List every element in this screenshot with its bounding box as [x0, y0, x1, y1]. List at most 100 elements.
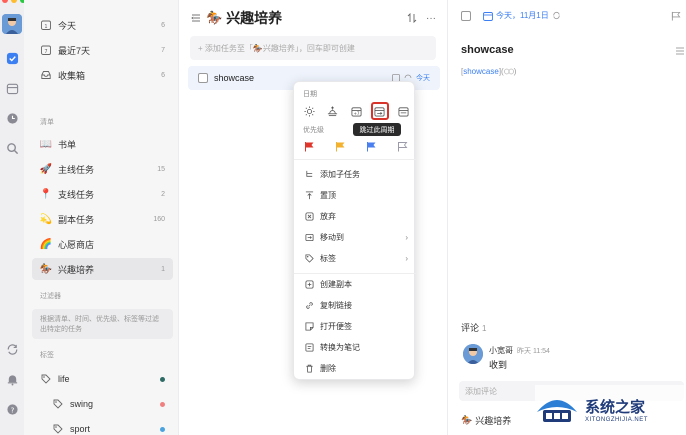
priority-high-flag-icon[interactable]	[300, 138, 318, 154]
detail-due-date[interactable]: 今天，11月1日	[483, 10, 561, 21]
link-paren-close: )	[513, 67, 517, 76]
menu-item-move-to[interactable]: 移动到 ›	[300, 227, 412, 247]
tag-icon	[40, 373, 52, 385]
sidebar-item-hobby[interactable]: 🏇 兴趣培养 1	[32, 258, 173, 280]
sidebar-item-count: 7	[161, 46, 165, 54]
priority-low-flag-icon[interactable]	[363, 138, 381, 154]
priority-none-flag-icon[interactable]	[394, 138, 412, 154]
sidebar-item-label: 最近7天	[58, 45, 91, 56]
sidebar-item-count: 15	[157, 165, 165, 173]
watermark: 系统之家 XITONGZHIJIA.NET	[535, 385, 685, 433]
menu-item-duplicate[interactable]: 创建副本	[300, 274, 412, 294]
sidebar-item-dungeon-quest[interactable]: 💫 副本任务 160	[32, 208, 173, 230]
sidebar-item-side-quest[interactable]: 📍 支线任务 2	[32, 183, 173, 205]
watermark-logo-icon	[537, 400, 577, 422]
sidebar-item-book-list[interactable]: 📖 书单	[32, 133, 173, 155]
comment-time: 昨天 11:54	[517, 348, 550, 355]
sidebar-item-label: 副本任务	[58, 214, 95, 225]
watermark-text: 系统之家 XITONGZHIJIA.NET	[585, 396, 648, 423]
filters-hint[interactable]: 根据清单、时间、优先级、标签等过滤出特定的任务	[32, 309, 173, 339]
search-icon[interactable]	[4, 140, 20, 156]
detail-link-chip[interactable]: [showcase]()	[461, 67, 516, 76]
add-task-input[interactable]: + 添加任务至「🏇兴趣培养」，回车即可创建	[190, 36, 436, 60]
task-checkbox[interactable]	[198, 73, 208, 83]
menu-item-label: 删除	[320, 363, 336, 373]
pin-icon: 📍	[39, 188, 53, 200]
sidebar-item-count: 6	[161, 21, 165, 29]
menu-item-convert-to-note[interactable]: 转换为笔记	[300, 337, 412, 357]
detail-task-title[interactable]: showcase	[461, 44, 514, 56]
submenu-arrow-icon: ›	[405, 253, 408, 263]
sidebar-tag-sport[interactable]: sport	[44, 418, 173, 435]
convert-note-icon	[304, 342, 314, 352]
tomorrow-sunrise-icon[interactable]	[324, 102, 342, 120]
sidebar-item-label: 心愿商店	[58, 239, 95, 250]
detail-menu-icon[interactable]	[675, 46, 685, 56]
user-avatar[interactable]	[2, 14, 22, 34]
sidebar-item-main-quest[interactable]: 🚀 主线任务 15	[32, 158, 173, 180]
horse-racing-icon: 🏇	[39, 263, 53, 275]
detail-list-selector[interactable]: 🏇 兴趣培养	[461, 414, 511, 427]
tasks-checkbox-icon[interactable]	[4, 50, 20, 66]
notification-bell-icon[interactable]	[4, 371, 20, 387]
minimize-window-button[interactable]	[11, 0, 17, 3]
link-icon	[304, 300, 314, 310]
pin-top-icon	[304, 190, 314, 200]
calendar-icon[interactable]	[4, 80, 20, 96]
help-icon[interactable]: ?	[4, 401, 20, 417]
menu-item-label: 打开便签	[320, 321, 352, 331]
svg-text:?: ?	[10, 405, 14, 414]
sidebar-item-today[interactable]: 1 今天 6	[32, 14, 173, 36]
sidebar-item-next-7-days[interactable]: 7 最近7天 7	[32, 39, 173, 61]
detail-list-name: 兴趣培养	[475, 416, 512, 426]
tag-color-dot	[160, 401, 165, 407]
comment-avatar	[463, 344, 483, 364]
rainbow-icon: 🌈	[39, 238, 53, 250]
custom-date-icon[interactable]	[394, 102, 412, 120]
menu-item-label: 标签	[320, 253, 336, 263]
detail-flag-icon[interactable]	[671, 11, 681, 21]
skip-cycle-icon[interactable]	[370, 102, 389, 120]
detail-task-checkbox[interactable]	[461, 10, 471, 21]
menu-item-abandon[interactable]: 放弃	[300, 206, 412, 226]
watermark-name: 系统之家	[585, 398, 646, 416]
rocket-icon: 🚀	[39, 163, 53, 175]
window-controls	[2, 0, 26, 3]
pomodoro-clock-icon[interactable]	[4, 110, 20, 126]
menu-item-tags[interactable]: 标签 ›	[300, 248, 412, 268]
menu-item-copy-link[interactable]: 复制链接	[300, 295, 412, 315]
collapse-sidebar-icon[interactable]	[190, 12, 202, 24]
sidebar-tag-swing[interactable]: swing	[44, 393, 173, 415]
sidebar-item-label: sport	[70, 424, 91, 434]
date-options: +7	[300, 102, 412, 120]
sidebar-item-count: 6	[161, 71, 165, 79]
subtask-icon	[304, 169, 314, 179]
sidebar-tag-life[interactable]: life	[32, 368, 173, 390]
next-week-calendar-icon[interactable]: +7	[347, 102, 365, 120]
sidebar-item-inbox[interactable]: 收集箱 6	[32, 64, 173, 86]
menu-item-add-subtask[interactable]: 添加子任务	[300, 164, 412, 184]
priority-medium-flag-icon[interactable]	[331, 138, 349, 154]
menu-item-open-sticky[interactable]: 打开便签	[300, 316, 412, 336]
calendar-week-icon: 7	[40, 44, 52, 56]
sidebar-item-label: swing	[70, 399, 94, 409]
task-due-date[interactable]: 今天	[416, 73, 430, 83]
menu-item-label: 创建副本	[320, 279, 352, 289]
sidebar: 1 今天 6 7 最近7天 7 收集箱 6 清单 📖 书单 🚀 主线任务 15 …	[24, 0, 179, 435]
sync-icon[interactable]	[4, 341, 20, 357]
today-sun-icon[interactable]	[300, 102, 318, 120]
sort-icon[interactable]	[406, 12, 418, 24]
more-options-icon[interactable]: ···	[425, 12, 437, 24]
trash-icon	[304, 363, 314, 373]
comment-user: 小宽哥	[489, 346, 513, 355]
tag-icon	[304, 253, 314, 263]
menu-item-pin[interactable]: 置顶	[300, 185, 412, 205]
close-window-button[interactable]	[2, 0, 8, 3]
menu-item-delete[interactable]: 删除	[300, 358, 412, 378]
priority-section-label: 优先级	[303, 127, 324, 134]
sidebar-item-label: 书单	[58, 139, 77, 150]
sidebar-item-wish-store[interactable]: 🌈 心愿商店	[32, 233, 173, 255]
sidebar-item-label: 主线任务	[58, 164, 95, 175]
sidebar-item-count: 160	[153, 215, 165, 223]
watermark-url: XITONGZHIJIA.NET	[585, 416, 648, 423]
